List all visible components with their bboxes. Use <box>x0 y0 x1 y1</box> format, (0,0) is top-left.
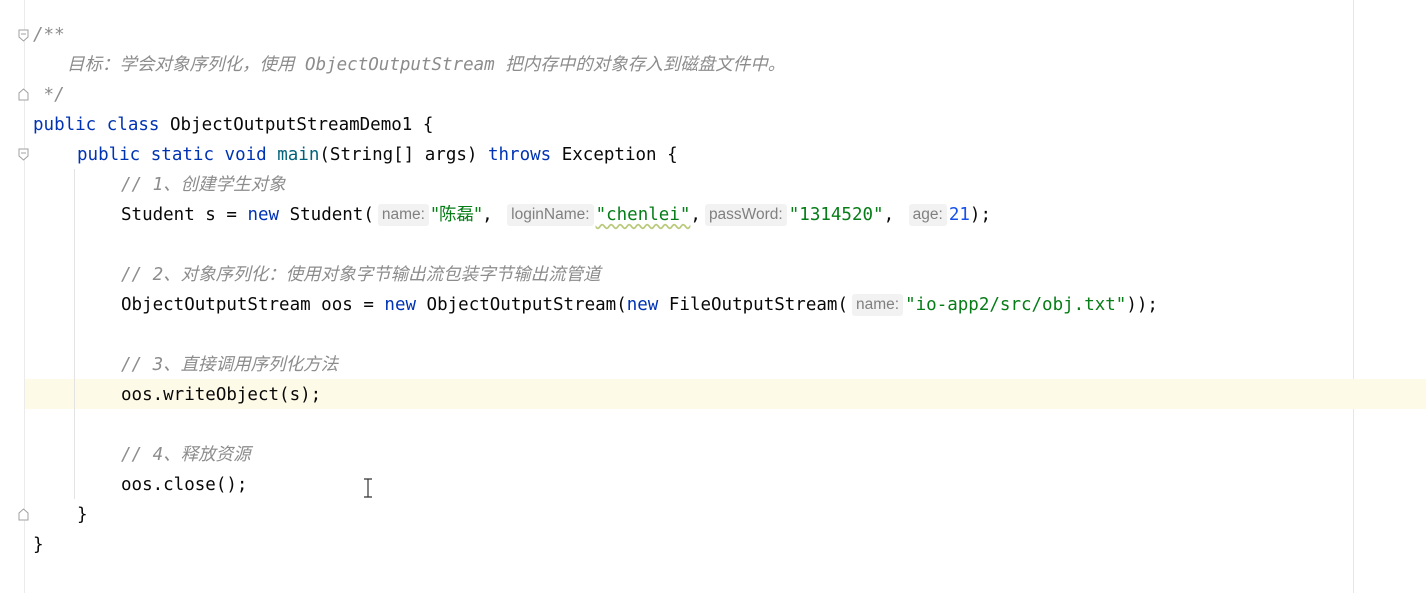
comment-line: // 1、创建学生对象 <box>121 175 286 195</box>
parameter-hint: passWord: <box>704 204 787 226</box>
keyword: public <box>33 115 97 135</box>
keyword: new <box>247 205 280 225</box>
method-closing-brace: } <box>77 505 88 525</box>
fold-marker-icon[interactable] <box>18 29 29 42</box>
doc-comment-text: 目标：学会对象序列化，使用 ObjectOutputStream 把内存中的对象… <box>67 55 786 75</box>
student-creation-line: Student s = new Student(name: "陈磊", login… <box>121 204 991 226</box>
string-literal: "io-app2/src/obj.txt" <box>905 295 1127 315</box>
close-stream-line[interactable]: oos.close(); <box>121 470 247 500</box>
variable-declaration: Student s = <box>121 205 248 225</box>
string-literal: "chenlei" <box>595 205 691 225</box>
exception-type: Exception { <box>551 145 678 165</box>
method-name: main <box>277 145 320 165</box>
constructor-call: ObjectOutputStream( <box>416 295 627 315</box>
text-cursor-icon <box>361 478 375 498</box>
fold-marker-icon[interactable] <box>18 148 29 161</box>
number-literal: 21 <box>948 205 970 225</box>
parameter-hint: name: <box>377 204 429 226</box>
fold-marker-icon[interactable] <box>18 88 29 101</box>
fold-marker-icon[interactable] <box>18 508 29 521</box>
doc-comment-open: /** <box>33 25 65 45</box>
keyword: static <box>150 145 214 165</box>
write-object-line[interactable]: oos.writeObject(s); <box>121 380 321 410</box>
constructor-call: FileOutputStream( <box>658 295 848 315</box>
method-params: (String[] args) <box>319 145 488 165</box>
class-name: ObjectOutputStreamDemo1 { <box>170 115 434 135</box>
keyword: public <box>77 145 141 165</box>
class-declaration: public class ObjectOutputStreamDemo1 { <box>33 110 433 140</box>
comment-line: // 3、直接调用序列化方法 <box>121 355 339 375</box>
string-literal: "1314520" <box>788 205 884 225</box>
statement-end: ); <box>969 205 991 225</box>
doc-comment-close: */ <box>33 85 65 105</box>
comment-line: // 4、释放资源 <box>121 445 251 465</box>
statement-end: )); <box>1126 295 1158 315</box>
class-closing-brace: } <box>33 535 44 555</box>
keyword: class <box>106 115 160 135</box>
main-method-declaration: public static void main(String[] args) t… <box>77 140 678 170</box>
keyword: void <box>224 145 267 165</box>
variable-declaration: ObjectOutputStream oos = <box>121 295 385 315</box>
indent-guide <box>74 169 75 499</box>
comment-line: // 2、对象序列化：使用对象字节输出流包装字节输出流管道 <box>121 265 601 285</box>
parameter-hint: name: <box>852 294 904 316</box>
keyword: new <box>626 295 659 315</box>
string-literal: "陈磊" <box>430 205 483 225</box>
keyword: new <box>384 295 417 315</box>
parameter-hint: loginName: <box>507 204 594 226</box>
stream-creation-line: ObjectOutputStream oos = new ObjectOutpu… <box>121 290 1158 320</box>
parameter-hint: age: <box>908 204 947 226</box>
right-margin-guide <box>1353 0 1354 593</box>
keyword: throws <box>487 145 552 165</box>
constructor-call: Student( <box>279 205 374 225</box>
